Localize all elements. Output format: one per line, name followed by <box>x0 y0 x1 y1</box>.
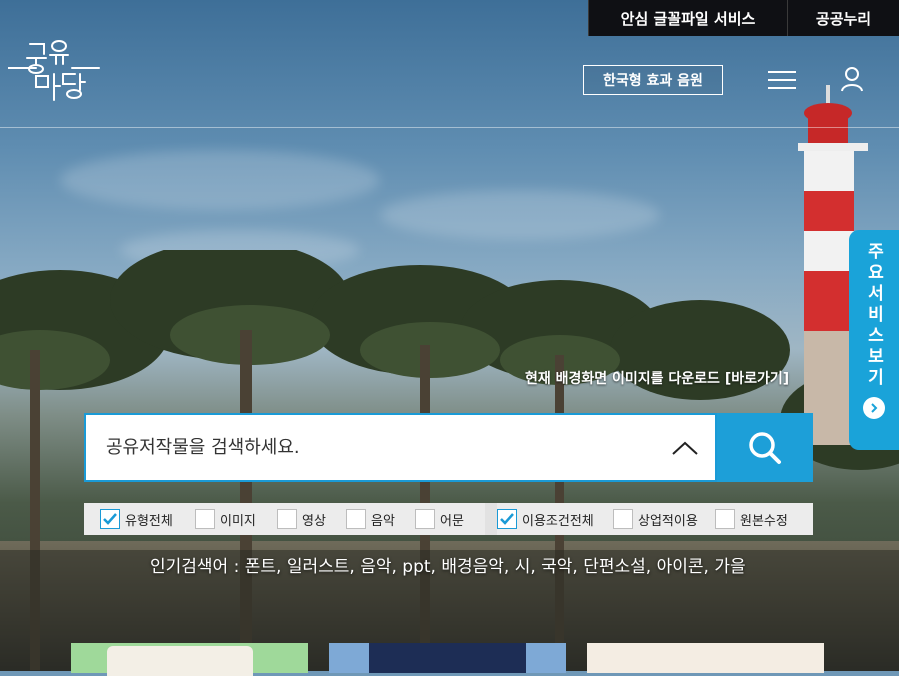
top-links: 안심 글꼴파일 서비스 공공누리 <box>588 0 899 36</box>
site-logo[interactable] <box>8 38 100 102</box>
chevron-right-icon <box>863 397 885 419</box>
checkbox[interactable] <box>613 509 633 529</box>
main-services-side-tab[interactable]: 주요서비스보기 <box>849 230 899 450</box>
filter-divider <box>485 503 497 535</box>
featured-card[interactable] <box>329 643 566 673</box>
filter-label: 유형전체 <box>125 513 173 529</box>
filter-modification[interactable]: 원본수정 <box>715 503 805 535</box>
checkbox[interactable] <box>346 509 366 529</box>
filter-image[interactable]: 이미지 <box>195 503 277 535</box>
kogl-link[interactable]: 공공누리 <box>787 0 899 36</box>
checkbox[interactable] <box>715 509 735 529</box>
checkbox[interactable] <box>415 509 435 529</box>
search-box <box>84 413 717 482</box>
search-input[interactable] <box>86 415 655 480</box>
search-filter-bar: 유형전체 이미지 영상 음악 어문 이용조건전체 상업적이용 원본수정 <box>84 503 813 535</box>
side-tab-label: 주요서비스보기 <box>863 242 884 389</box>
filter-type-all[interactable]: 유형전체 <box>100 503 195 535</box>
header-divider <box>0 127 899 128</box>
background-download-link[interactable]: 현재 배경화면 이미지를 다운로드 [바로가기] <box>525 368 789 388</box>
check-icon <box>103 513 117 525</box>
filter-label: 어문 <box>440 513 464 529</box>
popular-keywords[interactable]: 인기검색어 : 폰트, 일러스트, 음악, ppt, 배경음악, 시, 국악, … <box>150 552 746 577</box>
chevron-up-icon[interactable] <box>655 415 715 480</box>
filter-label: 상업적이용 <box>638 513 698 529</box>
filter-label: 원본수정 <box>740 513 788 529</box>
filter-label: 이용조건전체 <box>522 513 594 529</box>
check-icon <box>500 513 514 525</box>
korean-sound-effects-button[interactable]: 한국형 효과 음원 <box>583 65 723 95</box>
filter-video[interactable]: 영상 <box>277 503 346 535</box>
filter-music[interactable]: 음악 <box>346 503 415 535</box>
filter-label: 영상 <box>302 513 326 529</box>
user-icon[interactable] <box>840 66 864 92</box>
search-icon <box>749 431 781 464</box>
filter-label: 이미지 <box>220 513 256 529</box>
hamburger-menu-icon[interactable] <box>768 71 798 91</box>
filter-label: 음악 <box>371 513 395 529</box>
checkbox[interactable] <box>277 509 297 529</box>
search-button[interactable] <box>717 413 813 482</box>
checkbox[interactable] <box>100 509 120 529</box>
filter-commercial[interactable]: 상업적이용 <box>613 503 715 535</box>
checkbox[interactable] <box>195 509 215 529</box>
safe-font-service-link[interactable]: 안심 글꼴파일 서비스 <box>588 0 787 36</box>
featured-cards <box>0 633 899 676</box>
featured-card[interactable] <box>71 643 308 676</box>
filter-text[interactable]: 어문 <box>415 503 485 535</box>
filter-license-all[interactable]: 이용조건전체 <box>497 503 613 535</box>
featured-card[interactable] <box>587 643 824 673</box>
checkbox[interactable] <box>497 509 517 529</box>
